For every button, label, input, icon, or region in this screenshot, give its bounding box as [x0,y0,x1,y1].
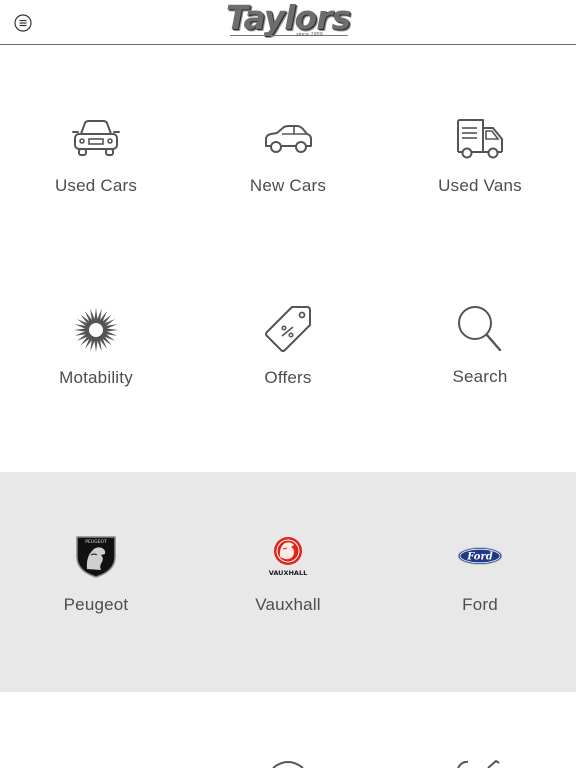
peugeot-logo-text: PEUGEOT [85,539,107,545]
category-label: Used Cars [54,176,138,195]
motability-sunburst-icon [74,308,118,352]
category-offers[interactable]: Offers [192,302,384,402]
peugeot-logo-icon: PEUGEOT [76,536,116,578]
category-motability[interactable]: Motability [0,302,192,402]
category-label: Offers [264,368,312,387]
category-used-cars[interactable]: Used Cars [0,110,192,210]
van-icon [457,119,503,159]
category-label: Search [452,367,508,386]
car-front-icon [72,120,120,156]
brand-vauxhall[interactable]: VAUXHALL Vauxhall [192,533,384,623]
category-label: New Cars [249,176,327,195]
logo-tagline: since 1959 [296,32,323,38]
price-tag-icon [265,306,311,352]
car-side-icon [265,125,312,153]
search-icon [458,306,502,352]
brand-label: Vauxhall [255,595,321,614]
brand-label: Ford [462,595,498,614]
vauxhall-logo-text: VAUXHALL [269,569,307,577]
logo-text: Taylors [225,0,351,37]
vauxhall-logo-icon: VAUXHALL [269,537,307,577]
category-used-vans[interactable]: Used Vans [384,110,576,210]
ford-logo-text: Ford [466,552,492,563]
category-search[interactable]: Search [384,302,576,402]
partial-icon [457,760,500,768]
brand-label: Peugeot [63,595,129,614]
taylors-logo[interactable]: Taylors since 1959 [224,0,352,42]
brand-peugeot[interactable]: PEUGEOT Peugeot [0,533,192,623]
category-label: Used Vans [438,176,522,195]
category-new-cars[interactable]: New Cars [192,110,384,210]
brand-ford[interactable]: Ford Ford [384,533,576,623]
menu-icon[interactable] [14,14,32,32]
app-header: Taylors since 1959 [0,0,576,45]
logo-underline [230,35,348,36]
category-label: Motability [59,368,133,387]
ford-logo-icon: Ford [457,547,503,565]
partial-icon [272,761,304,768]
